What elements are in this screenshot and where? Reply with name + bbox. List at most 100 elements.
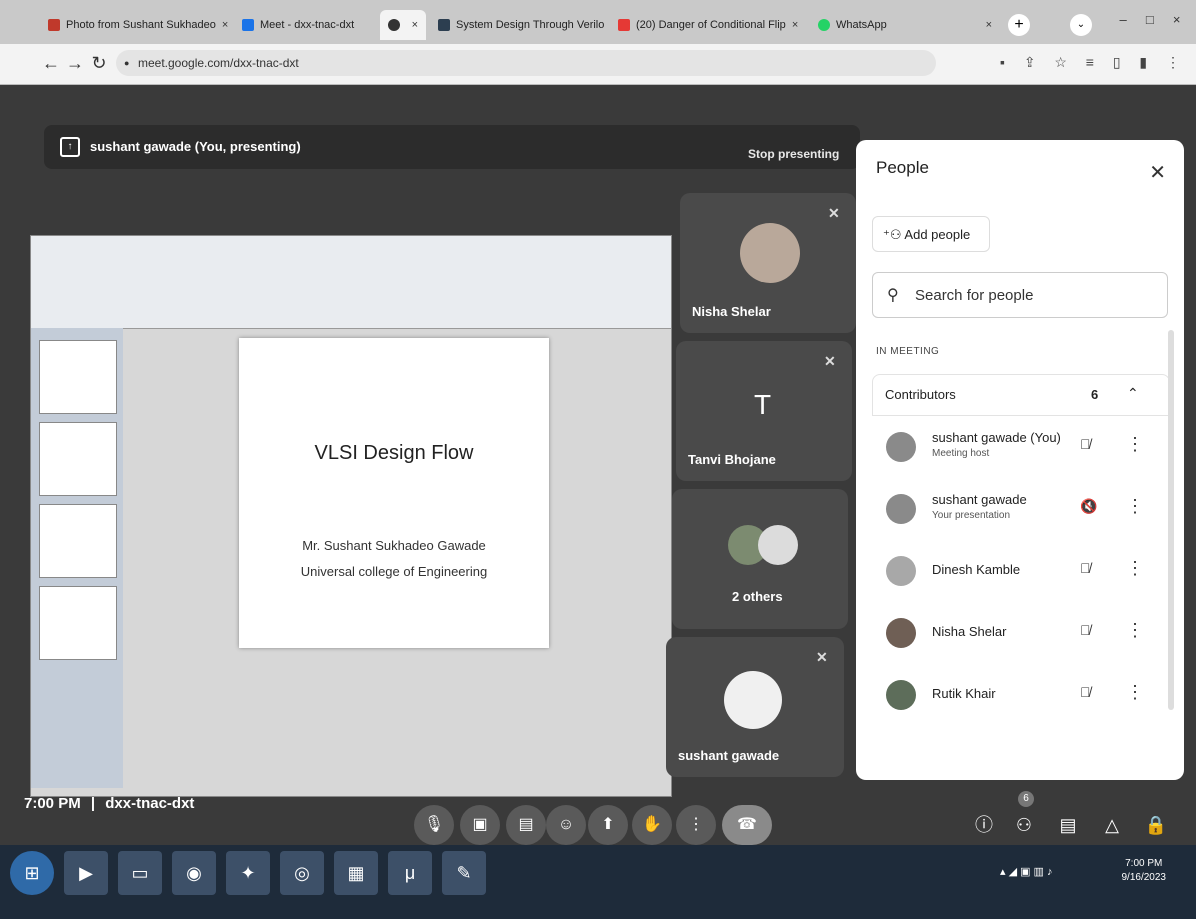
mic-off-icon: ✕: [828, 205, 840, 221]
taskbar-app[interactable]: ▦: [334, 851, 378, 895]
tab-active[interactable]: ×: [380, 10, 426, 40]
taskbar-app[interactable]: ◉: [172, 851, 216, 895]
list-item[interactable]: Dinesh Kamble 🎙̸ ⋮: [872, 540, 1168, 602]
share-icon[interactable]: ⇪: [1024, 54, 1036, 71]
meeting-code: dxx-tnac-dxt: [105, 795, 195, 812]
avatar: [886, 494, 916, 524]
more-options-button[interactable]: ⋮: [676, 805, 716, 845]
maximize-icon[interactable]: □: [1146, 12, 1154, 32]
taskbar-app[interactable]: ◎: [280, 851, 324, 895]
close-window-icon[interactable]: ×: [1173, 12, 1181, 32]
participant-tile[interactable]: ✕ Nisha Shelar: [680, 193, 856, 333]
taskbar-app[interactable]: ✎: [442, 851, 486, 895]
back-icon[interactable]: ←: [40, 52, 62, 74]
camera-icon[interactable]: ▪: [1000, 54, 1005, 71]
participant-name: sushant gawade: [932, 492, 1027, 507]
tab-whatsapp[interactable]: WhatsApp ×: [810, 10, 1000, 40]
new-tab-icon[interactable]: +: [1008, 14, 1030, 36]
camera-off-button[interactable]: ▣: [460, 805, 500, 845]
captions-button[interactable]: ▤: [506, 805, 546, 845]
more-options-icon[interactable]: ⋮: [1126, 620, 1144, 641]
close-icon[interactable]: ×: [412, 19, 418, 31]
list-item[interactable]: sushant gawade Your presentation 🔇 ⋮: [872, 478, 1168, 540]
participant-name: 2 others: [732, 589, 783, 604]
address-bar[interactable]: ● meet.google.com/dxx-tnac-dxt: [116, 50, 936, 76]
chevron-up-icon[interactable]: ⌃: [1127, 385, 1139, 402]
chat-icon[interactable]: ▤: [1052, 809, 1084, 841]
mic-off-icon: 🎙̸: [1080, 684, 1091, 700]
participant-name: Tanvi Bhojane: [688, 452, 776, 467]
sidebar-icon[interactable]: ▯: [1113, 54, 1121, 71]
people-panel: People ✕ ⁺⚇ Add people ⚲ Search for peop…: [856, 140, 1184, 780]
taskbar-app[interactable]: ▶: [64, 851, 108, 895]
forward-icon[interactable]: →: [64, 52, 86, 74]
leave-call-button[interactable]: ☎: [722, 805, 772, 845]
participant-tile[interactable]: ✕ sushant gawade: [666, 637, 844, 777]
group-count: 6: [1091, 387, 1099, 402]
section-label: IN MEETING: [876, 346, 940, 357]
menu-icon[interactable]: ⋮: [1166, 54, 1180, 71]
tab-youtube[interactable]: (20) Danger of Conditional Flip ×: [610, 10, 806, 40]
scrollbar[interactable]: [1168, 330, 1174, 710]
activities-icon[interactable]: △: [1096, 809, 1128, 841]
tab-verilog[interactable]: System Design Through Verilo ×: [430, 10, 606, 40]
close-icon[interactable]: ×: [986, 19, 992, 31]
add-person-icon: ⁺⚇: [883, 227, 905, 242]
star-icon[interactable]: ☆: [1054, 54, 1067, 71]
participant-name: Nisha Shelar: [932, 624, 1007, 639]
list-item[interactable]: sushant gawade (You) Meeting host 🎙̸ ⋮: [872, 416, 1168, 478]
participant-name: sushant gawade: [678, 748, 780, 763]
present-button[interactable]: ⬆: [588, 805, 628, 845]
tab-label: Photo from Sushant Sukhadeo: [66, 19, 216, 31]
start-icon[interactable]: ⊞: [10, 851, 54, 895]
s-icon: [438, 19, 450, 31]
close-icon[interactable]: ×: [792, 19, 798, 31]
stop-presenting-button[interactable]: Stop presenting: [748, 147, 839, 161]
avatar-initial: T: [754, 389, 772, 420]
toolbar-icons: ▪ ⇪ ☆ ≡ ▯ ▮ ⋮: [1000, 54, 1180, 71]
avatar: [886, 432, 916, 462]
close-icon[interactable]: ✕: [1149, 160, 1166, 185]
participant-role: Your presentation: [932, 510, 1011, 521]
minimize-icon[interactable]: –: [1120, 12, 1127, 32]
tab-search-icon[interactable]: ⌄: [1070, 14, 1092, 36]
people-icon[interactable]: ⚇: [1008, 809, 1040, 841]
reload-icon[interactable]: ↻: [88, 52, 110, 74]
info-icon[interactable]: ⓘ: [968, 809, 1000, 841]
search-input[interactable]: ⚲ Search for people: [872, 272, 1168, 318]
avatar: [724, 671, 782, 729]
more-options-icon[interactable]: ⋮: [1126, 682, 1144, 703]
participant-role: Meeting host: [932, 448, 990, 459]
tab-label: Meet - dxx-tnac-dxt: [260, 19, 355, 31]
extension-icon[interactable]: ▮: [1139, 54, 1147, 71]
clock-time: 7:00 PM: [1125, 858, 1163, 869]
contributors-header[interactable]: Contributors 6 ⌃: [872, 374, 1170, 416]
taskbar-app[interactable]: ✦: [226, 851, 270, 895]
taskbar-app[interactable]: μ: [388, 851, 432, 895]
list-item[interactable]: Nisha Shelar 🎙̸ ⋮: [872, 602, 1168, 664]
url-text: meet.google.com/dxx-tnac-dxt: [138, 56, 299, 70]
tab-meet[interactable]: Meet - dxx-tnac-dxt: [234, 10, 374, 40]
audio-tab-icon: [388, 19, 400, 31]
whatsapp-icon: [818, 19, 830, 31]
ppt-ribbon: [31, 236, 671, 329]
emoji-button[interactable]: ☺: [546, 805, 586, 845]
close-icon[interactable]: ×: [222, 19, 228, 31]
host-controls-icon[interactable]: 🔒: [1140, 809, 1172, 841]
clock[interactable]: 7:00 PM 9/16/2023: [1122, 857, 1167, 885]
tab-label: (20) Danger of Conditional Flip: [636, 19, 786, 31]
participant-tile[interactable]: 2 others: [672, 489, 848, 629]
reading-list-icon[interactable]: ≡: [1086, 54, 1094, 71]
participant-tile[interactable]: T ✕ Tanvi Bhojane: [676, 341, 852, 481]
list-item[interactable]: Rutik Khair 🎙̸ ⋮: [872, 664, 1168, 726]
more-options-icon[interactable]: ⋮: [1126, 434, 1144, 455]
tab-gmail[interactable]: Photo from Sushant Sukhadeo ×: [40, 10, 232, 40]
more-options-icon[interactable]: ⋮: [1126, 558, 1144, 579]
more-options-icon[interactable]: ⋮: [1126, 496, 1144, 517]
avatar: [886, 680, 916, 710]
avatar: [758, 525, 798, 565]
raise-hand-button[interactable]: ✋: [632, 805, 672, 845]
mic-off-button[interactable]: 🎙: [414, 805, 454, 845]
add-people-button[interactable]: ⁺⚇ Add people: [872, 216, 990, 252]
taskbar-app[interactable]: ▭: [118, 851, 162, 895]
